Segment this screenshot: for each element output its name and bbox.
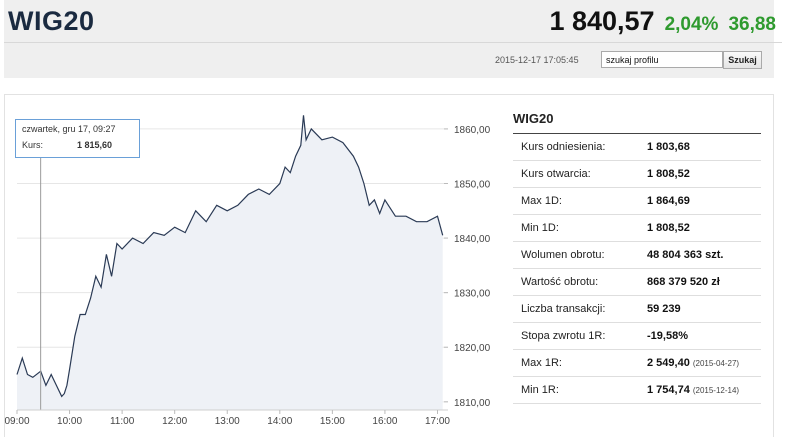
stats-value: 1 803,68 <box>647 141 690 153</box>
stats-label: Wartość obrotu: <box>513 268 647 296</box>
stats-value-cell: 1 754,74 (2015-12-14) <box>647 376 761 404</box>
change-absolute: 36,88 <box>728 14 776 35</box>
profile-search-input[interactable] <box>601 51 723 68</box>
stats-row: Max 1D: 1 864,69 <box>513 187 761 215</box>
stats-label: Max 1R: <box>513 349 647 377</box>
stats-row: Wartość obrotu: 868 379 520 zł <box>513 268 761 296</box>
x-tick-label: 12:00 <box>162 416 187 427</box>
stats-value: 2 549,40 <box>647 357 690 369</box>
tooltip-label: Kurs: <box>22 140 44 150</box>
intraday-chart[interactable]: 1860,00 1850,00 1840,00 1830,00 1820,00 1810,… <box>0 0 500 436</box>
stats-table: Kurs odniesienia: 1 803,68 Kurs otwarcia: 1… <box>513 134 761 404</box>
stats-value-cell: 868 379 520 zł <box>647 268 761 296</box>
stats-label: Min 1R: <box>513 376 647 404</box>
search-button[interactable]: Szukaj <box>723 51 762 69</box>
quote-summary: 1 840,57 2,04% 36,88 <box>549 6 776 37</box>
y-tick-label: 1810,00 <box>454 398 491 409</box>
stats-title: WIG20 <box>513 111 554 126</box>
stats-value-cell: 59 239 <box>647 295 761 323</box>
quote-timestamp: 2015-12-17 17:05:45 <box>495 55 579 65</box>
stats-row: Min 1D: 1 808,52 <box>513 214 761 242</box>
x-tick-label: 17:00 <box>425 416 450 427</box>
stats-value-cell: 1 864,69 <box>647 187 761 215</box>
stats-value: 1 808,52 <box>647 222 690 234</box>
stats-date-note: (2015-04-27) <box>692 359 740 368</box>
stats-value-cell: 1 803,68 <box>647 134 761 161</box>
x-tick-label: 16:00 <box>372 416 397 427</box>
stats-value: 1 864,69 <box>647 195 690 207</box>
stats-label: Stopa zwrotu 1R: <box>513 322 647 350</box>
stats-value-cell: 1 808,52 <box>647 214 761 242</box>
stats-label: Kurs otwarcia: <box>513 160 647 188</box>
stats-value-cell: 48 804 363 szt. <box>647 241 761 269</box>
stats-value-cell: -19,58% <box>647 322 761 350</box>
y-tick-label: 1840,00 <box>454 234 491 245</box>
stats-label: Min 1D: <box>513 214 647 242</box>
stats-row: Liczba transakcji: 59 239 <box>513 295 761 323</box>
stats-value-cell: 1 808,52 <box>647 160 761 188</box>
stats-row: Max 1R: 2 549,40 (2015-04-27) <box>513 349 761 377</box>
stats-label: Max 1D: <box>513 187 647 215</box>
x-tick-label: 15:00 <box>320 416 345 427</box>
y-tick-label: 1830,00 <box>454 289 491 300</box>
stats-label: Liczba transakcji: <box>513 295 647 323</box>
stats-row: Min 1R: 1 754,74 (2015-12-14) <box>513 376 761 404</box>
stats-row: Wolumen obrotu: 48 804 363 szt. <box>513 241 761 269</box>
tooltip-value: 1 815,60 <box>77 140 113 150</box>
y-tick-label: 1850,00 <box>454 179 491 190</box>
chart-tooltip: czwartek, gru 17, 09:27 Kurs: 1 815,60 <box>15 119 140 158</box>
stats-label: Kurs odniesienia: <box>513 134 647 161</box>
stats-row: Kurs otwarcia: 1 808,52 <box>513 160 761 188</box>
x-tick-label: 10:00 <box>57 416 82 427</box>
stats-value: -19,58% <box>647 330 688 342</box>
stats-date-note: (2015-12-14) <box>692 386 740 395</box>
stats-value: 1 754,74 <box>647 384 690 396</box>
stats-value: 1 808,52 <box>647 168 690 180</box>
stats-label: Wolumen obrotu: <box>513 241 647 269</box>
x-tick-label: 11:00 <box>110 416 135 427</box>
stats-row: Kurs odniesienia: 1 803,68 <box>513 134 761 161</box>
stats-value: 59 239 <box>647 303 681 315</box>
index-value: 1 840,57 <box>549 6 655 36</box>
stats-value-cell: 2 549,40 (2015-04-27) <box>647 349 761 377</box>
y-tick-label: 1860,00 <box>454 125 491 136</box>
price-area <box>17 115 443 411</box>
change-percent: 2,04% <box>664 14 719 35</box>
y-tick-label: 1820,00 <box>454 343 491 354</box>
stats-value: 868 379 520 zł <box>647 276 720 288</box>
stats-row: Stopa zwrotu 1R: -19,58% <box>513 322 761 350</box>
x-tick-label: 14:00 <box>267 416 292 427</box>
x-tick-label: 09:00 <box>4 416 29 427</box>
tooltip-date: czwartek, gru 17, 09:27 <box>22 124 116 134</box>
stats-value: 48 804 363 szt. <box>647 249 724 261</box>
x-tick-label: 13:00 <box>215 416 240 427</box>
